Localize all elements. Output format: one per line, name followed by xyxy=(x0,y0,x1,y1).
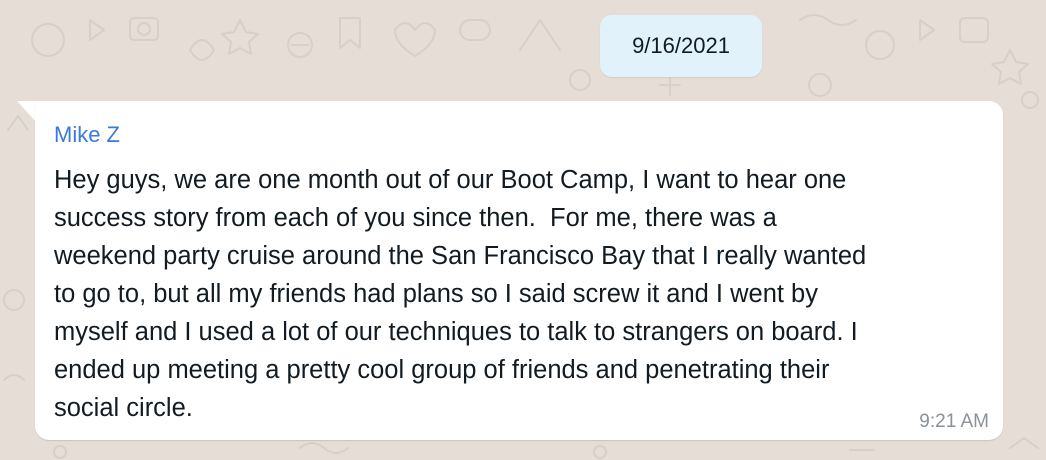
incoming-message-bubble[interactable]: Mike Z Hey guys, we are one month out of… xyxy=(35,101,1003,440)
sender-name[interactable]: Mike Z xyxy=(54,122,124,148)
date-divider-label: 9/16/2021 xyxy=(632,33,730,58)
bubble-tail xyxy=(17,101,37,123)
message-text: Hey guys, we are one month out of our Bo… xyxy=(54,166,867,422)
date-divider: 9/16/2021 xyxy=(600,15,762,77)
message-timestamp: 9:21 AM xyxy=(919,411,989,432)
